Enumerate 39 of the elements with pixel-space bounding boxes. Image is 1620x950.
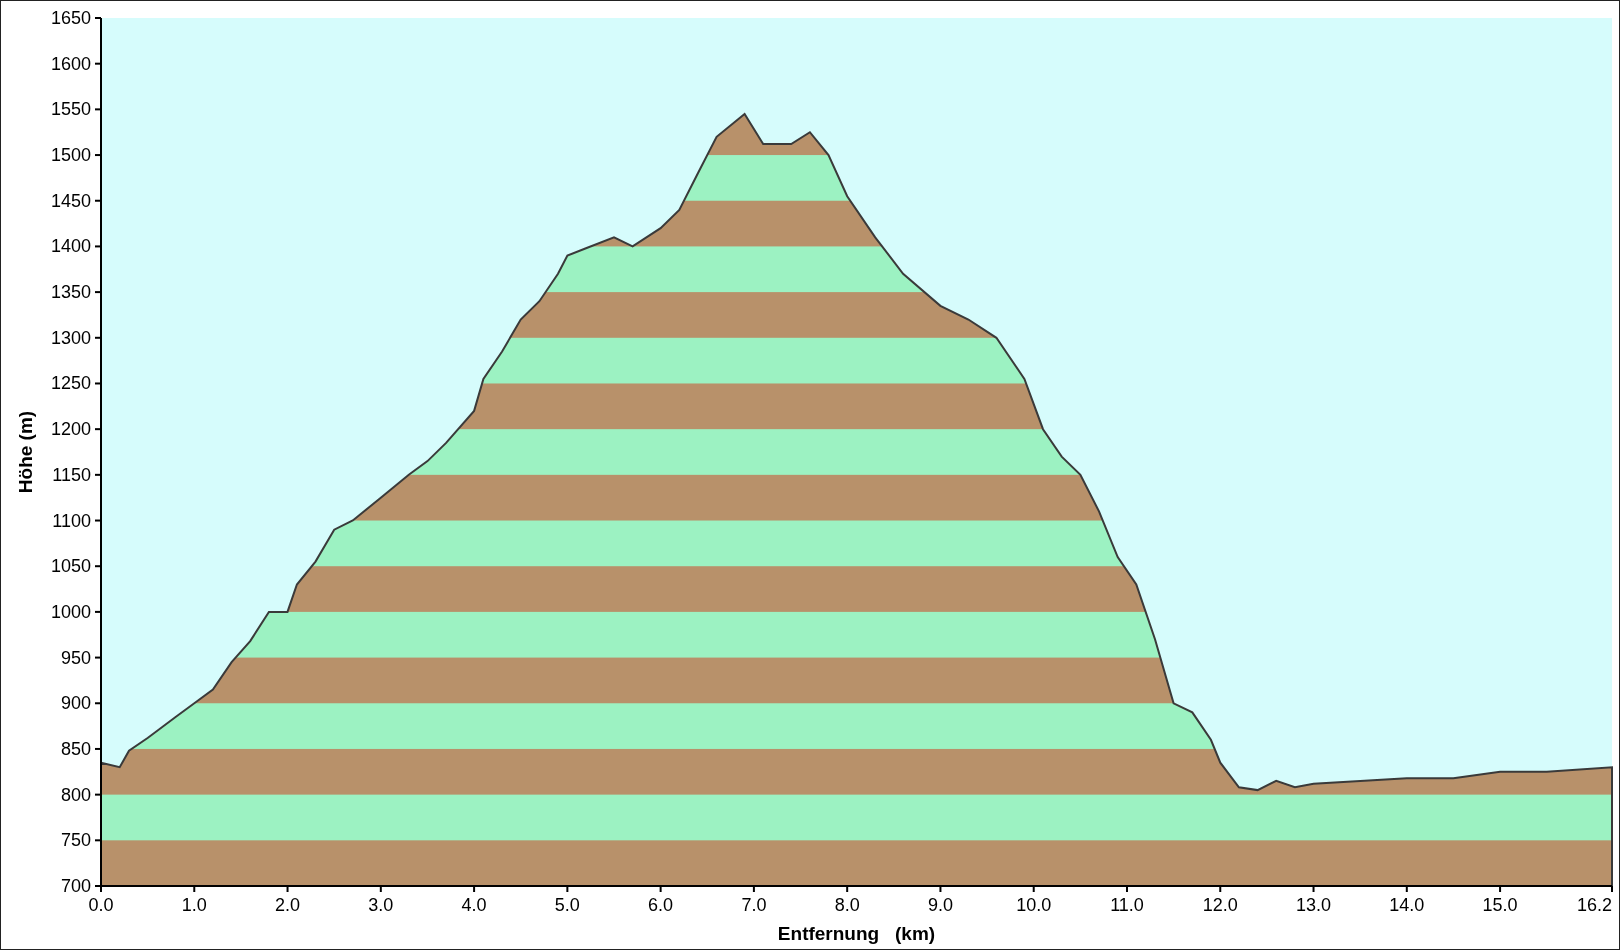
x-tick-label: 10.0: [1016, 895, 1052, 915]
y-tick-label: 1550: [50, 99, 91, 120]
y-tick-label: 800: [60, 784, 91, 805]
y-tick-label: 1350: [50, 282, 91, 303]
y-tick-label: 1650: [50, 8, 91, 28]
y-tick-label: 1000: [50, 601, 91, 622]
x-tick-label: 1.0: [181, 895, 207, 915]
x-tick-label: 8.0: [834, 895, 860, 915]
x-tick-label: 4.0: [461, 895, 487, 915]
x-axis-title: Entfernung (km): [777, 923, 936, 944]
x-tick-label: 15.0: [1482, 895, 1518, 915]
x-tick-label: 9.0: [927, 895, 953, 915]
y-tick-label: 1450: [50, 190, 91, 211]
y-tick-label: 1200: [50, 419, 91, 440]
y-tick-label: 1050: [50, 556, 91, 577]
y-tick-label: 1100: [52, 510, 91, 531]
x-tick-label: 7.0: [741, 895, 767, 915]
y-tick-label: 1300: [50, 327, 91, 348]
y-tick-label: 750: [60, 830, 91, 851]
y-tick-label: 700: [60, 876, 91, 896]
y-axis-title: Höhe (m): [15, 410, 36, 494]
x-tick-label: 3.0: [368, 895, 394, 915]
y-tick-label: 1150: [52, 464, 91, 485]
x-tick-label: 13.0: [1296, 895, 1332, 915]
y-tick-label: 1500: [50, 145, 91, 166]
y-tick-label: 900: [60, 693, 91, 714]
x-tick-label: 12.0: [1202, 895, 1238, 915]
x-tick-label: 5.0: [554, 895, 580, 915]
x-tick-label: 2.0: [275, 895, 301, 915]
x-tick-label: 14.0: [1389, 895, 1425, 915]
y-tick-label: 850: [60, 738, 91, 759]
x-tick-label: 11.0: [1110, 895, 1144, 915]
y-tick-label: 1600: [50, 53, 91, 74]
x-tick-label: 0.0: [88, 895, 114, 915]
x-tick-label: 6.0: [648, 895, 674, 915]
y-tick-label: 1400: [50, 236, 91, 257]
y-tick-label: 1250: [50, 373, 91, 394]
y-tick-label: 950: [60, 647, 91, 668]
x-tick-label: 16.2: [1576, 895, 1612, 915]
